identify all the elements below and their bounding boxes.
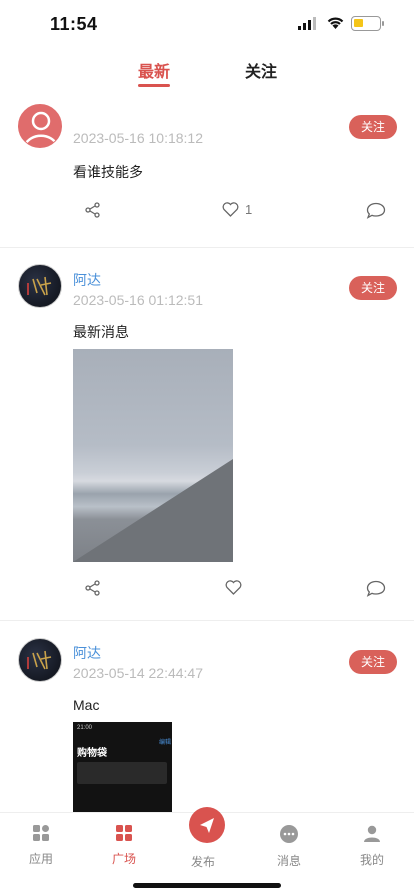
home-indicator	[133, 883, 281, 888]
post-card: 阿达 2023-05-14 22:44:47 关注 Mac 21:00 编辑 购…	[0, 0, 414, 822]
tab-square[interactable]: 广场	[94, 825, 154, 867]
tab-label: 应用	[28, 852, 53, 866]
follow-button[interactable]: 关注	[349, 650, 397, 674]
publish-button[interactable]	[189, 807, 225, 843]
send-icon	[200, 818, 214, 833]
publish-label: 发布	[191, 855, 216, 869]
avatar[interactable]	[18, 638, 62, 682]
calligraphy-avatar-icon	[27, 650, 52, 670]
screenshot-edit: 编辑	[159, 740, 172, 746]
message-icon	[280, 825, 298, 843]
post-image[interactable]: 21:00 编辑 购物袋	[73, 722, 172, 822]
tab-apps[interactable]: 应用	[11, 825, 71, 867]
post-text: Mac	[73, 697, 100, 713]
screenshot-card	[77, 762, 167, 784]
screenshot-time: 21:00	[77, 725, 93, 731]
tab-messages[interactable]: 消息	[259, 825, 319, 869]
apps-icon	[33, 825, 49, 841]
author-name[interactable]: 阿达	[73, 643, 101, 663]
screenshot-title: 购物袋	[77, 748, 107, 759]
square-icon	[116, 825, 132, 841]
tab-label: 广场	[111, 852, 136, 866]
post-date: 2023-05-14 22:44:47	[73, 665, 203, 681]
tab-label: 消息	[276, 854, 301, 868]
profile-icon	[364, 825, 380, 842]
tab-profile[interactable]: 我的	[342, 825, 402, 868]
tab-label: 我的	[359, 853, 384, 867]
